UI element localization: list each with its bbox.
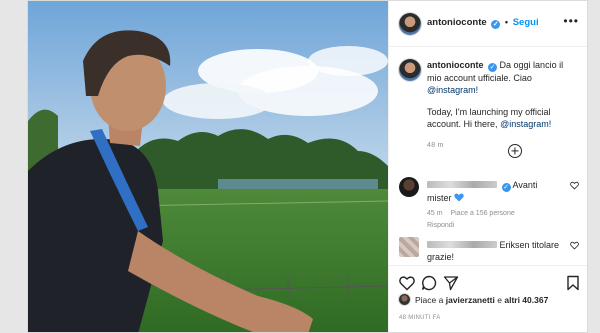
- post-header: antonioconte ✓ • Segui •••: [389, 1, 587, 47]
- follow-button[interactable]: Segui: [513, 17, 539, 28]
- reply-button[interactable]: Rispondi: [427, 222, 454, 229]
- author-avatar[interactable]: [399, 13, 421, 35]
- add-comment-icon[interactable]: [508, 144, 522, 158]
- separator-dot: •: [504, 17, 509, 27]
- blue-heart-icon: [454, 193, 464, 202]
- likes-mid: e: [497, 295, 502, 305]
- likes-others[interactable]: altri 40.367: [504, 295, 548, 305]
- comment-body: ✓ Avanti mister 45 m Piace a 156 persone…: [427, 179, 567, 232]
- comment-body: Eriksen titolare grazie!: [427, 239, 567, 263]
- comment-text-cont: mister: [427, 193, 452, 203]
- share-icon[interactable]: [443, 275, 459, 291]
- comment-text: Eriksen titolare: [499, 240, 560, 250]
- verified-badge-icon: ✓: [491, 20, 501, 29]
- verified-badge-icon: ✓: [501, 183, 511, 192]
- commenter-avatar-blurred[interactable]: [399, 237, 419, 257]
- post-side-panel: antonioconte ✓ • Segui ••• antonioconte …: [388, 1, 587, 332]
- caption-avatar[interactable]: [399, 59, 421, 81]
- more-options-icon[interactable]: •••: [563, 14, 579, 28]
- caption-text: antonioconte ✓ Da oggi lancio il mio acc…: [427, 59, 579, 152]
- comment-text: Avanti: [512, 180, 538, 190]
- comment-text-cont: grazie!: [427, 252, 455, 262]
- liker-avatar[interactable]: [399, 294, 410, 305]
- comment-meta: 45 m Piace a 156 persone Rispondi: [427, 208, 567, 232]
- bookmark-icon[interactable]: [565, 275, 581, 291]
- comment-time: 45 m: [427, 210, 443, 217]
- instagram-post-frame: antonioconte ✓ • Segui ••• antonioconte …: [27, 0, 588, 333]
- author-row: antonioconte ✓ • Segui: [427, 17, 539, 29]
- photo-image: [28, 1, 388, 332]
- post-timestamp: 48 MINUTI FA: [399, 315, 441, 321]
- mention-link[interactable]: @instagram!: [427, 85, 478, 95]
- comment-icon[interactable]: [421, 275, 437, 291]
- heart-icon[interactable]: [399, 275, 415, 291]
- likes-prefix: Piace a: [415, 295, 444, 305]
- post-actions-bar: [389, 265, 587, 297]
- commenter-username-blurred[interactable]: [427, 181, 497, 188]
- verified-badge-icon: ✓: [488, 63, 498, 72]
- commenter-avatar[interactable]: [399, 177, 419, 197]
- author-username[interactable]: antonioconte: [427, 17, 487, 28]
- likes-text: Piace a javierzanetti e altri 40.367: [415, 295, 548, 305]
- caption-username[interactable]: antonioconte: [427, 60, 484, 70]
- post-photo[interactable]: [28, 1, 388, 332]
- caption-timestamp: 48 m: [427, 142, 444, 149]
- commenter-username-blurred[interactable]: [427, 241, 497, 248]
- mention-link[interactable]: @instagram!: [500, 119, 551, 129]
- comment-like-heart-icon[interactable]: [570, 241, 579, 250]
- comment-likes[interactable]: Piace a 156 persone: [451, 210, 515, 217]
- liker-username[interactable]: javierzanetti: [446, 295, 495, 305]
- comment-like-heart-icon[interactable]: [570, 181, 579, 190]
